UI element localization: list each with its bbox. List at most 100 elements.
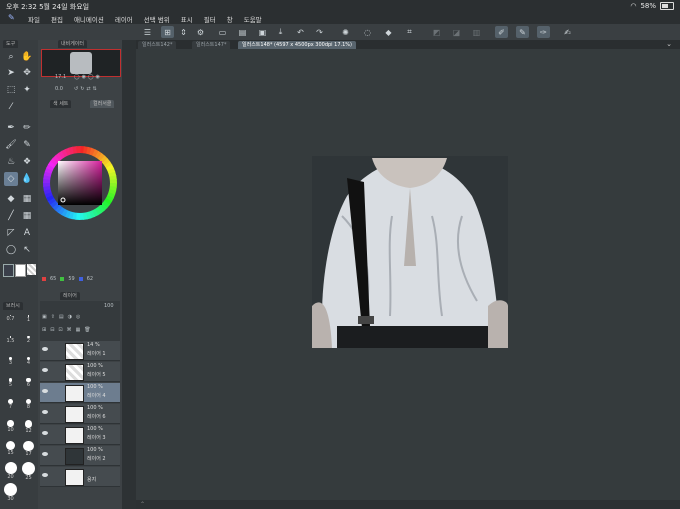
brush-size-cell[interactable]: 2 [20,336,37,344]
menu-filter[interactable]: 필터 [204,14,216,24]
layer-row[interactable]: 100 % 레이어 2 [40,446,120,466]
brush-size-cell[interactable]: 20 [2,462,19,480]
layer-row[interactable]: 용지 [40,467,120,487]
brush-size-cell[interactable]: 17 [20,441,37,457]
new-canvas-icon[interactable]: ▭ [216,26,229,38]
correct-line-icon[interactable]: ↖ [20,243,34,257]
brightness-icon[interactable]: ✺ [339,26,352,38]
doc-tab-2[interactable]: 일러스트147* [192,41,231,49]
edit-icon[interactable]: ✍ [561,26,574,38]
redo-icon[interactable]: ↷ [313,26,326,38]
zoom-tool-icon[interactable]: ⌕ [4,50,18,64]
gradient-tool-icon[interactable]: ▦ [20,192,34,206]
tool-tab[interactable]: 도구 [3,40,19,48]
brush-stroke-icon[interactable]: ✎ [516,26,529,38]
eraser-stroke-icon[interactable]: ✑ [537,26,550,38]
text-tool-icon[interactable]: A [20,226,34,240]
brush-size-cell[interactable]: 3 [2,357,19,366]
fill-tool-icon[interactable]: ◆ [4,192,18,206]
pen-tool-icon[interactable]: ✒ [4,121,18,135]
brush-size-cell[interactable]: 10 [2,420,19,433]
layer-opacity[interactable]: 100 [104,303,114,309]
brush-size-cell[interactable]: 1.5 [2,336,19,344]
eraser-tool-icon[interactable]: ◇ [4,172,18,186]
hand-tool-icon[interactable]: ✋ [20,50,34,64]
brush-size-cell[interactable]: 12 [20,420,37,434]
visibility-eye-icon[interactable] [42,431,48,435]
menu-file[interactable]: 파일 [28,14,40,24]
brush-size-cell[interactable]: 7 [2,399,19,410]
layout-toggle-icon[interactable]: ⇕ [177,26,190,38]
doc-tab-1[interactable]: 일러스트142* [138,41,177,49]
nav-zoom-controls[interactable]: ◯◉◯◉ [74,74,102,80]
background-color-swatch[interactable] [15,264,26,277]
brush-size-cell[interactable]: 6 [20,378,37,388]
layer-row[interactable]: 100 % 레이어 5 [40,362,120,382]
color-set-tab[interactable]: 색 세트 [50,100,72,108]
menu-edit[interactable]: 편집 [51,14,63,24]
crop-icon[interactable]: ⌗ [403,26,416,38]
undo-icon[interactable]: ↶ [294,26,307,38]
navigator-tab[interactable]: 내비게이터 [58,40,88,48]
settings-icon[interactable]: ⚙ [194,26,207,38]
menu-animation[interactable]: 애니메이션 [74,14,104,24]
menu-help[interactable]: 도움말 [244,14,262,24]
ruler-icon[interactable]: ▥ [470,26,483,38]
artwork-canvas[interactable] [312,156,508,348]
eyedropper-icon[interactable]: ⁄ [4,100,18,114]
visibility-eye-icon[interactable] [42,473,48,477]
foreground-color-swatch[interactable] [3,264,14,277]
expand-icon[interactable]: ⌃ [140,501,145,508]
fill-icon[interactable]: ◆ [382,26,395,38]
visibility-eye-icon[interactable] [42,389,48,393]
layer-tab[interactable]: 레이어 [60,292,80,300]
menu-selection[interactable]: 선택 범위 [144,14,170,24]
deselect-icon[interactable]: ◌ [361,26,374,38]
layer-row[interactable]: 14 % 레이어 1 [40,341,120,361]
color-wheel[interactable] [41,114,123,274]
move-tool-icon[interactable]: ✥ [20,66,34,80]
object-tool-icon[interactable]: ➤ [4,66,18,80]
visibility-eye-icon[interactable] [42,368,48,372]
marker-tool-icon[interactable]: ✎ [20,138,34,152]
brush-size-cell[interactable]: 25 [20,462,37,481]
save-icon[interactable]: ▣ [256,26,269,38]
pencil-tool-icon[interactable]: ✏ [20,121,34,135]
layer-row[interactable]: 100 % 레이어 6 [40,404,120,424]
menu-window[interactable]: 창 [227,14,233,24]
doc-tab-3-active[interactable]: 일러스트148* (4597 x 4500px 300dpi 17.1%) [238,41,356,49]
app-logo-icon[interactable]: ✎ [8,13,18,22]
magic-wand-icon[interactable]: ✦ [20,83,34,97]
layer-lock-icons[interactable]: ▣⇪▤◑◎ [42,314,84,320]
tabs-collapse-icon[interactable]: ⌄ [666,40,672,48]
airbrush-icon[interactable]: ♨ [4,155,18,169]
blend-tool-icon[interactable]: 💧 [20,172,34,186]
color-wheel-tab[interactable]: 컬러서클 [90,100,115,108]
brush-tool-icon[interactable]: 🖌 [4,138,18,152]
open-file-icon[interactable]: ▤ [236,26,249,38]
new-file-icon[interactable]: ⊞ [161,26,174,38]
layer-row[interactable]: 100 % 레이어 3 [40,425,120,445]
ruler-tool-icon[interactable]: ◸ [4,226,18,240]
transparent-color-swatch[interactable] [27,264,36,275]
visibility-eye-icon[interactable] [42,452,48,456]
pen-pressure-icon[interactable]: ✐ [495,26,508,38]
pattern-tool-icon[interactable]: ❖ [20,155,34,169]
frame-tool-icon[interactable]: ▦ [20,209,34,223]
gradient-icon[interactable]: ◪ [450,26,463,38]
line-tool-icon[interactable]: ╱ [4,209,18,223]
layer-row[interactable]: 100 % 레이어 4 [40,383,120,403]
hamburger-menu-icon[interactable]: ☰ [141,26,154,38]
visibility-eye-icon[interactable] [42,347,48,351]
brush-size-cell[interactable]: 30 [2,483,19,502]
navigator-preview[interactable] [41,49,121,77]
transform-icon[interactable]: ◩ [430,26,443,38]
export-icon[interactable]: ⤓ [274,26,287,38]
brush-size-cell[interactable]: 0.7 [2,315,19,322]
brush-size-cell[interactable]: 1 [20,315,37,323]
menu-view[interactable]: 표시 [181,14,193,24]
brush-size-cell[interactable]: 4 [20,357,37,366]
balloon-tool-icon[interactable]: ◯ [4,243,18,257]
visibility-eye-icon[interactable] [42,410,48,414]
brush-size-cell[interactable]: 15 [2,441,19,456]
